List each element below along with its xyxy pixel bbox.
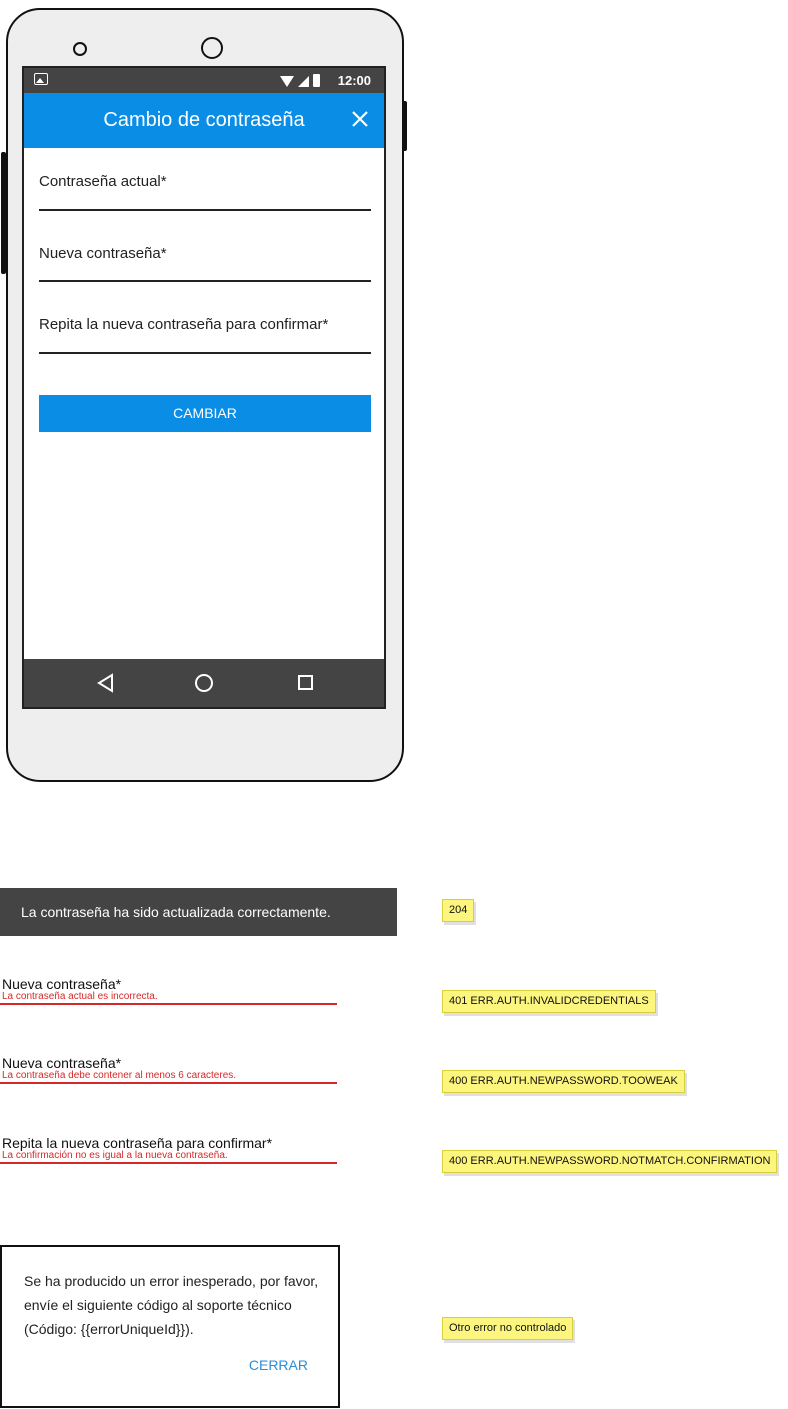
error-message: La contraseña debe contener al menos 6 c…: [2, 1070, 237, 1081]
signal-icon: [298, 76, 309, 87]
new-password-label: Nueva contraseña*: [39, 245, 167, 262]
error-field-label: Nueva contraseña*: [2, 976, 122, 992]
change-password-button[interactable]: CAMBIAR: [39, 395, 371, 432]
confirm-password-label: Repita la nueva contraseña para confirma…: [39, 316, 329, 333]
status-icons: [280, 74, 320, 87]
current-password-field[interactable]: Contraseña actual*: [39, 173, 371, 213]
confirm-password-underline: [39, 352, 371, 354]
error-code-note: Otro error no controlado: [442, 1317, 574, 1340]
nav-back-icon[interactable]: [97, 673, 115, 693]
error-dialog: Se ha producido un error inesperado, por…: [0, 1245, 340, 1408]
current-password-underline: [39, 209, 371, 211]
confirm-password-field[interactable]: Repita la nueva contraseña para confirma…: [39, 316, 371, 356]
status-code-note: 204: [442, 899, 475, 922]
error-underline: [0, 1162, 337, 1164]
image-notification-icon: [34, 73, 48, 85]
navigation-bar: [24, 659, 384, 707]
page-title: Cambio de contraseña: [103, 109, 305, 131]
dialog-close-button[interactable]: CERRAR: [249, 1357, 308, 1373]
error-message: La confirmación no es igual a la nueva c…: [2, 1150, 228, 1161]
error-code-note: 401 ERR.AUTH.INVALIDCREDENTIALS: [442, 990, 656, 1013]
status-time: 12:00: [337, 73, 371, 88]
dialog-message: Se ha producido un error inesperado, por…: [24, 1273, 319, 1337]
new-password-underline: [39, 280, 371, 282]
new-password-field[interactable]: Nueva contraseña*: [39, 245, 371, 285]
error-field-label: Nueva contraseña*: [2, 1055, 122, 1071]
error-underline: [0, 1082, 337, 1084]
phone-screen: 12:00 Cambio de contraseña Contraseña ac…: [22, 66, 386, 709]
status-bar: 12:00: [24, 68, 384, 93]
nav-home-icon[interactable]: [195, 674, 213, 692]
phone-sensor: [73, 42, 87, 56]
error-code-note: 400 ERR.AUTH.NEWPASSWORD.NOTMATCH.CONFIR…: [442, 1150, 778, 1173]
error-code-note: 400 ERR.AUTH.NEWPASSWORD.TOOWEAK: [442, 1070, 685, 1093]
error-message: La contraseña actual es incorrecta.: [2, 991, 158, 1002]
current-password-label: Contraseña actual*: [39, 173, 167, 190]
battery-icon: [313, 74, 320, 87]
phone-camera: [201, 37, 223, 59]
success-toast: La contraseña ha sido actualizada correc…: [0, 888, 397, 936]
error-state-too-weak: Nueva contraseña* La contraseña debe con…: [0, 1055, 340, 1084]
wifi-icon: [280, 76, 294, 87]
nav-recent-icon[interactable]: [298, 675, 313, 690]
error-field-label: Repita la nueva contraseña para confirma…: [2, 1135, 273, 1151]
error-state-not-match: Repita la nueva contraseña para confirma…: [0, 1135, 340, 1164]
error-state-invalid-credentials: Nueva contraseña* La contraseña actual e…: [0, 976, 340, 1005]
error-underline: [0, 1003, 337, 1005]
close-icon[interactable]: [348, 107, 372, 131]
app-bar: Cambio de contraseña: [24, 93, 384, 148]
